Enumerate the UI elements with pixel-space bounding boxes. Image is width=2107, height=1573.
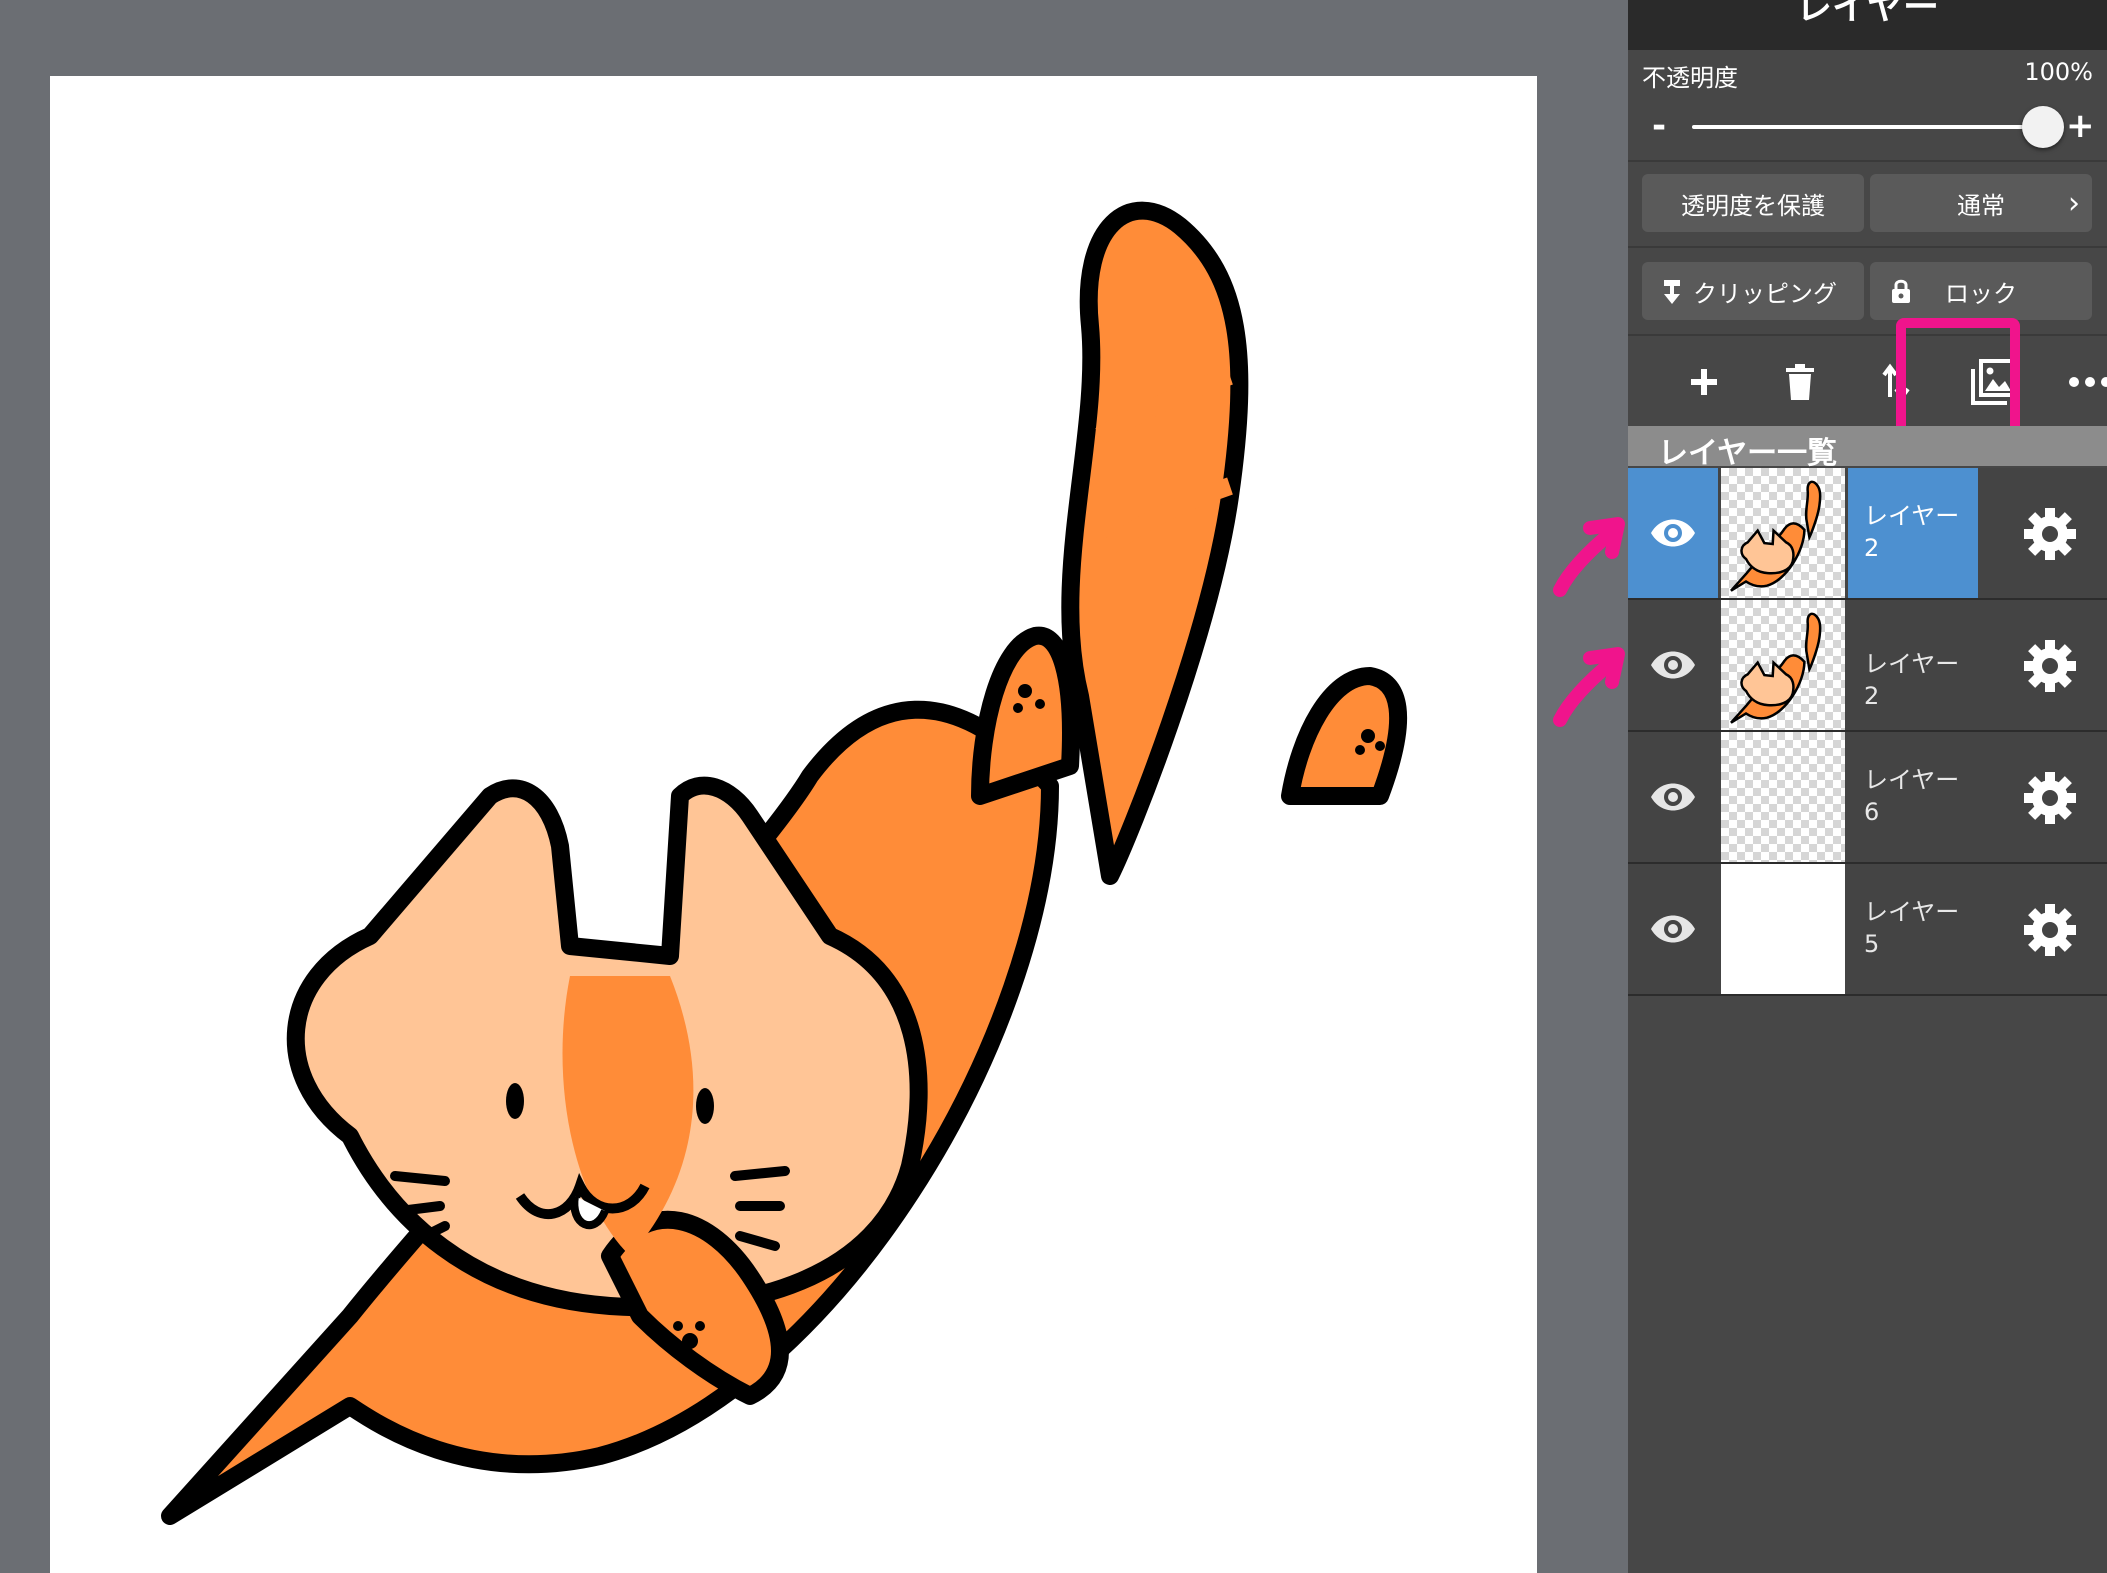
eye-icon <box>1651 519 1695 547</box>
plus-icon <box>1691 369 1717 395</box>
gear-icon[interactable] <box>2022 770 2078 826</box>
annotation-arrow-top <box>1553 517 1625 597</box>
layer-name: レイヤー2 <box>1864 502 1960 562</box>
clipping-arrow-icon <box>1664 280 1680 304</box>
opacity-slider-track[interactable] <box>1692 125 2032 129</box>
panel-header: レイヤー <box>1628 0 2107 50</box>
eye-icon <box>1651 783 1695 811</box>
cat-thumbnail-image <box>1730 612 1822 724</box>
visibility-toggle[interactable] <box>1628 468 1718 598</box>
protect-alpha-button[interactable]: 透明度を保護 <box>1642 174 1864 232</box>
clipping-button[interactable]: クリッピング <box>1642 262 1864 320</box>
cat-illustration <box>161 201 1408 1525</box>
opacity-increase-button[interactable]: + <box>2066 106 2095 146</box>
gear-icon[interactable] <box>2022 506 2078 562</box>
opacity-decrease-button[interactable]: - <box>1652 106 1666 146</box>
panel-title: レイヤー <box>1796 0 1939 28</box>
visibility-toggle[interactable] <box>1628 732 1718 862</box>
layer-name-cell[interactable]: レイヤー2 <box>1848 468 1978 598</box>
gear-icon[interactable] <box>2022 902 2078 958</box>
layer-thumbnail <box>1721 864 1845 994</box>
layer-name: レイヤー6 <box>1864 766 1960 826</box>
layer-name: レイヤー5 <box>1864 898 1960 958</box>
eye-icon <box>1651 651 1695 679</box>
eye-icon <box>1651 915 1695 943</box>
layer-name-cell[interactable]: レイヤー6 <box>1848 732 1978 862</box>
cat-thumbnail-image <box>1730 480 1822 592</box>
blend-mode-label: 通常 <box>1957 191 2005 220</box>
clipping-label: クリッピング <box>1693 279 1837 308</box>
layer-list-header: レイヤー一覧 <box>1628 426 2107 471</box>
add-layer-button[interactable] <box>1674 352 1734 412</box>
layer-row[interactable]: レイヤー2 <box>1628 468 2107 598</box>
layer-thumbnail <box>1721 468 1845 598</box>
layer-thumbnail <box>1721 600 1845 730</box>
opacity-value: 100% <box>2024 58 2093 86</box>
layer-thumbnail <box>1721 732 1845 862</box>
more-options-button[interactable] <box>2060 352 2107 412</box>
drawing-canvas[interactable] <box>50 76 1537 1573</box>
visibility-toggle[interactable] <box>1628 600 1718 730</box>
gear-icon[interactable] <box>2022 638 2078 694</box>
layer-row[interactable]: レイヤー5 <box>1628 864 2107 994</box>
merge-button-highlight <box>1896 318 2020 436</box>
annotation-arrow-bottom <box>1553 647 1625 727</box>
layer-list-title: レイヤー一覧 <box>1658 436 1838 471</box>
trash-icon <box>1786 364 1814 400</box>
divider <box>1628 246 2107 248</box>
opacity-label: 不透明度 <box>1642 64 1738 92</box>
layer-name-cell[interactable]: レイヤー2 <box>1848 600 1978 730</box>
chevron-right-icon: › <box>2068 186 2080 221</box>
protect-alpha-label: 透明度を保護 <box>1681 191 1825 220</box>
blend-mode-button[interactable]: 通常 › <box>1870 174 2092 232</box>
lock-button[interactable]: ロック <box>1870 262 2092 320</box>
divider <box>1628 994 2107 996</box>
lock-label: ロック <box>1945 279 2017 308</box>
layer-row[interactable]: レイヤー6 <box>1628 732 2107 862</box>
divider <box>1628 160 2107 162</box>
layer-row[interactable]: レイヤー2 <box>1628 600 2107 730</box>
visibility-toggle[interactable] <box>1628 864 1718 994</box>
opacity-slider-thumb[interactable] <box>2022 106 2064 148</box>
layer-panel: レイヤー 不透明度 100% - + 透明度を保護 通常 › クリッピング ロッ… <box>1628 0 2107 1573</box>
divider <box>1628 334 2107 336</box>
layer-name-cell[interactable]: レイヤー5 <box>1848 864 1978 994</box>
delete-layer-button[interactable] <box>1770 352 1830 412</box>
more-dots-icon <box>2069 377 2107 387</box>
lock-icon <box>1892 279 1910 303</box>
layer-name: レイヤー2 <box>1864 650 1960 710</box>
